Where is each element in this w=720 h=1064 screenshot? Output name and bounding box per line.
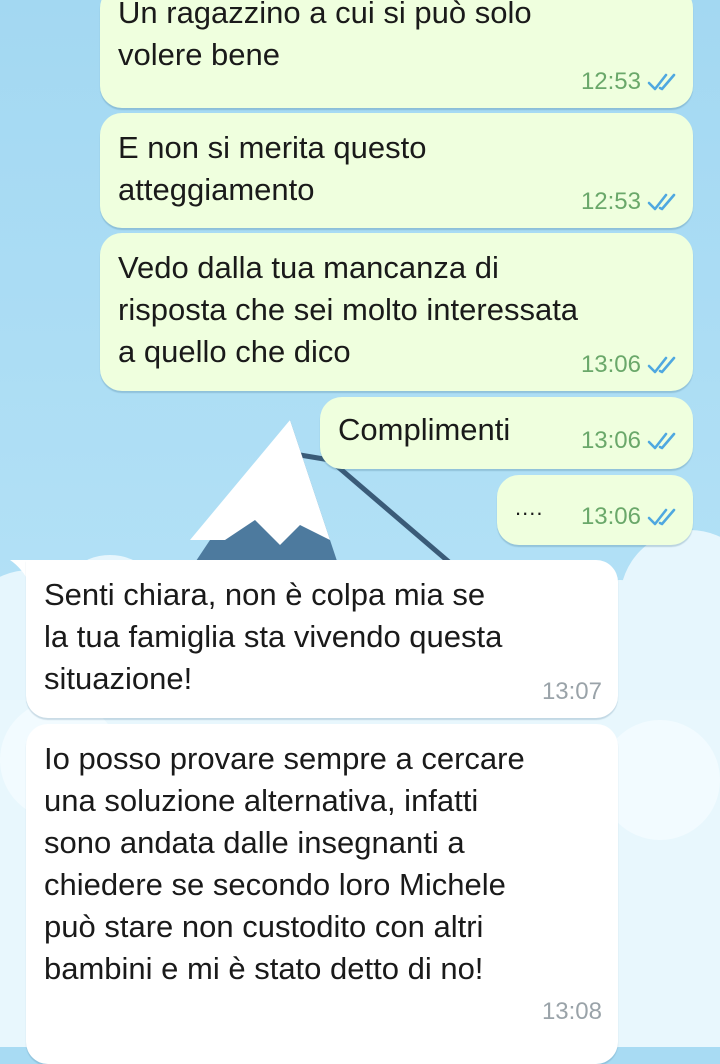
double-check-icon [647,356,676,374]
double-check-icon [647,193,676,211]
message-time: 13:06 [580,351,641,378]
message-text: .... [515,495,544,520]
message-meta: 13:06 [581,351,677,379]
message-time: 12:53 [580,68,641,95]
message-meta: 12:53 [581,68,677,96]
message-time: 13:07 [541,678,602,705]
message-time: 13:06 [580,503,641,530]
message-time: 12:53 [580,188,641,215]
message-meta: 13:07 [542,678,602,706]
outgoing-message[interactable]: E non si merita questo atteggiamento 12:… [100,113,693,228]
message-meta: 13:08 [542,998,602,1026]
message-text: E non si merita questo atteggiamento [118,130,427,207]
message-text: Complimenti [338,412,511,447]
message-time: 13:06 [580,427,641,454]
message-meta: 13:06 [581,503,677,531]
message-text: Un ragazzino a cui si può solo volere be… [118,0,532,72]
outgoing-message[interactable]: Vedo dalla tua mancanza di risposta che … [100,233,693,391]
message-meta: 13:06 [581,427,677,455]
message-text: Vedo dalla tua mancanza di risposta che … [118,250,579,369]
double-check-icon [647,73,676,91]
outgoing-message[interactable]: .... 13:06 [497,475,693,545]
double-check-icon [647,508,676,526]
double-check-icon [647,432,676,450]
message-meta: 12:53 [581,188,677,216]
incoming-message[interactable]: Io posso provare sempre a cercare una so… [26,724,618,1064]
message-time: 13:08 [541,998,602,1025]
message-text: Senti chiara, non è colpa mia se la tua … [44,577,503,696]
outgoing-message[interactable]: Complimenti 13:06 [320,397,693,469]
outgoing-message[interactable]: Un ragazzino a cui si può solo volere be… [100,0,693,108]
message-text: Io posso provare sempre a cercare una so… [44,741,525,986]
incoming-message[interactable]: Senti chiara, non è colpa mia se la tua … [26,560,618,718]
